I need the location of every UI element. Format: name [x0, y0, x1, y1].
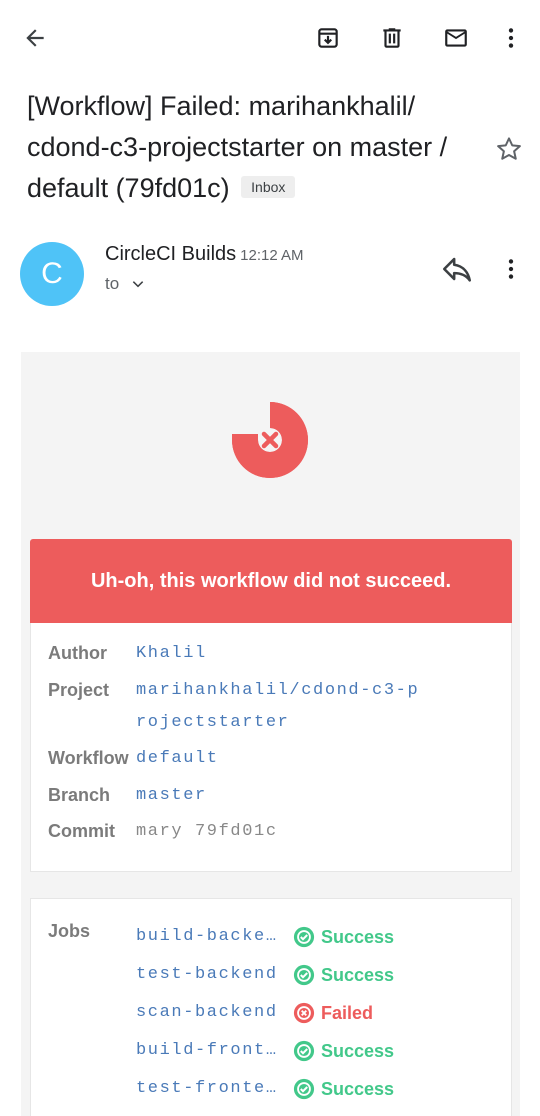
sender-name: CircleCI Builds — [105, 243, 237, 265]
sent-time: 12:12 AM — [240, 247, 304, 264]
detail-label: Author — [48, 643, 107, 663]
circleci-failed-logo — [228, 398, 312, 482]
avatar[interactable]: C — [20, 242, 84, 306]
sender-row: C CircleCI Builds 12:12 AM to — [20, 242, 520, 312]
star-icon[interactable] — [494, 134, 524, 164]
branch-link[interactable]: master — [136, 780, 436, 812]
workflow-link[interactable]: default — [136, 743, 436, 775]
job-status: Failed — [293, 1002, 373, 1024]
email-body: Uh-oh, this workflow did not succeed. Au… — [21, 352, 520, 1116]
job-name-link[interactable]: build-backe… — [136, 927, 286, 946]
jobs-card: Jobs build-backe… Success test-backend S… — [30, 898, 512, 1116]
job-status: Success — [293, 926, 394, 948]
chevron-down-icon — [132, 281, 144, 288]
detail-label: Branch — [48, 785, 111, 805]
author-link[interactable]: Khalil — [136, 638, 436, 670]
success-icon — [293, 1040, 315, 1062]
job-name-link[interactable]: scan-backend — [136, 1003, 286, 1022]
success-icon — [293, 1078, 315, 1100]
to-label: to — [105, 274, 120, 293]
trash-icon[interactable] — [372, 18, 412, 58]
job-name-link[interactable]: test-fronte… — [136, 1079, 286, 1098]
job-status: Success — [293, 964, 394, 986]
commit-text[interactable]: mary 79fd01c — [136, 816, 436, 848]
sender-name-line: CircleCI Builds 12:12 AM — [105, 242, 304, 268]
job-name-link[interactable]: test-backend — [136, 965, 286, 984]
subject-text: [Workflow] Failed: marihankhalil/ cdond-… — [27, 91, 448, 203]
failed-icon — [293, 1002, 315, 1024]
detail-label: Commit — [48, 821, 115, 841]
job-status-text: Failed — [321, 1002, 374, 1023]
arrow-left-icon[interactable] — [15, 18, 55, 58]
mail-icon[interactable] — [436, 18, 476, 58]
failure-banner: Uh-oh, this workflow did not succeed. — [30, 539, 512, 623]
more-vert-icon[interactable] — [491, 18, 531, 58]
job-status-text: Success — [321, 926, 395, 947]
job-status-text: Success — [321, 1040, 395, 1061]
inbox-label-badge[interactable]: Inbox — [241, 175, 296, 198]
job-name-link[interactable]: build-front… — [136, 1041, 286, 1060]
email-subject: [Workflow] Failed: marihankhalil/ cdond-… — [27, 86, 487, 209]
message-more-icon[interactable] — [498, 254, 524, 284]
jobs-label: Jobs — [48, 921, 91, 941]
top-toolbar — [0, 0, 540, 76]
reply-icon[interactable] — [440, 252, 474, 286]
project-link[interactable]: marihankhalil/cdond-c3-projectstarter — [136, 675, 426, 739]
job-status-text: Success — [321, 964, 395, 985]
job-status-text: Success — [321, 1078, 395, 1099]
archive-icon[interactable] — [308, 18, 348, 58]
success-icon — [293, 964, 315, 986]
job-status: Success — [293, 1078, 394, 1100]
job-status: Success — [293, 1040, 394, 1062]
recipients-toggle[interactable]: to — [105, 274, 145, 294]
detail-label: Project — [48, 680, 110, 700]
detail-label: Workflow — [48, 748, 129, 768]
workflow-details-card: Author Khalil Project marihankhalil/cdon… — [30, 623, 512, 872]
success-icon — [293, 926, 315, 948]
